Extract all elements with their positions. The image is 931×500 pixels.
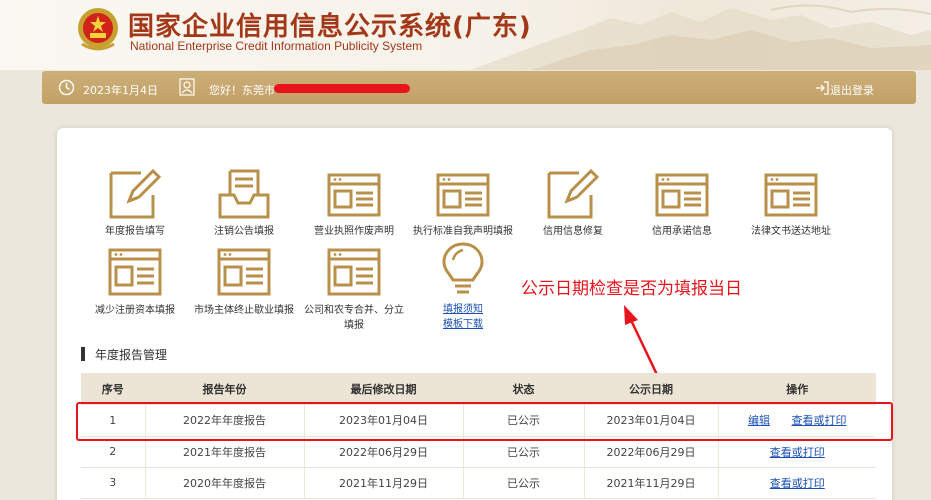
annual-report-table: 序号 报告年份 最后修改日期 状态 公示日期 操作 1 2022年年度报告 20… xyxy=(81,373,876,499)
view-print-link[interactable]: 查看或打印 xyxy=(792,414,847,427)
cell-status: 已公示 xyxy=(462,405,584,437)
table-row: 3 2020年年度报告 2021年11月29日 已公示 2021年11月29日 … xyxy=(81,467,876,499)
tile-label: 信用信息修复 xyxy=(543,226,603,237)
tile-legal-document-address[interactable]: 法律文书送达地址 xyxy=(736,167,846,239)
cell-status: 已公示 xyxy=(462,436,584,468)
col-header-actions: 操作 xyxy=(717,373,876,405)
cell-no: 3 xyxy=(81,467,145,499)
logout-button[interactable]: 退出登录 xyxy=(830,82,874,98)
edit-form-icon xyxy=(109,168,162,219)
cell-published: 2023年01月04日 xyxy=(583,405,718,437)
cell-actions: 查看或打印 xyxy=(717,436,876,468)
tile-annual-report[interactable]: 年度报告填写 xyxy=(80,167,190,239)
cell-no: 2 xyxy=(81,436,145,468)
tile-label: 注销公告填报 xyxy=(214,226,274,237)
guide-link[interactable]: 填报须知 xyxy=(408,302,518,317)
redaction-mark xyxy=(274,84,410,93)
cell-no: 1 xyxy=(81,405,145,437)
edit-form-icon xyxy=(547,168,600,219)
col-header-published: 公示日期 xyxy=(583,373,718,405)
tile-license-void-statement[interactable]: 营业执照作废声明 xyxy=(299,167,409,239)
table-header-row: 序号 报告年份 最后修改日期 状态 公示日期 操作 xyxy=(81,373,876,405)
lightbulb-icon xyxy=(442,242,484,294)
tile-label: 营业执照作废声明 xyxy=(314,226,394,237)
template-download-link[interactable]: 模板下载 xyxy=(408,317,518,332)
tile-standard-self-declaration[interactable]: 执行标准自我声明填报 xyxy=(408,167,518,239)
tile-deregistration-notice[interactable]: 注销公告填报 xyxy=(189,167,299,239)
tile-label-line1: 公司和农专合并、分立 xyxy=(304,305,404,316)
document-card-icon xyxy=(108,248,162,296)
tile-label: 执行标准自我声明填报 xyxy=(413,226,513,237)
cell-modified: 2022年06月29日 xyxy=(303,436,463,468)
greeting-text: 您好！东莞市 xyxy=(209,84,275,97)
tile-credit-commitment[interactable]: 信用承诺信息 xyxy=(627,167,737,239)
logout-icon[interactable] xyxy=(814,80,830,96)
tile-label: 市场主体终止歇业填报 xyxy=(194,305,294,316)
user-icon xyxy=(179,78,195,96)
clock-icon xyxy=(58,79,75,96)
cell-actions: 编辑 查看或打印 xyxy=(717,405,876,437)
tile-label-line2: 填报 xyxy=(344,320,364,331)
cell-year: 2022年年度报告 xyxy=(144,405,304,437)
tile-capital-reduction[interactable]: 减少注册资本填报 xyxy=(80,246,190,318)
col-header-modified: 最后修改日期 xyxy=(303,373,463,405)
inbox-tray-icon xyxy=(218,169,270,219)
view-print-link[interactable]: 查看或打印 xyxy=(770,446,825,459)
user-info-bar: 2023年1月4日 您好！东莞市 退出登录 xyxy=(42,71,916,104)
document-card-icon xyxy=(327,248,381,296)
cell-actions: 查看或打印 xyxy=(717,467,876,499)
table-row: 2 2021年年度报告 2022年06月29日 已公示 2022年06月29日 … xyxy=(81,436,876,468)
tile-label: 信用承诺信息 xyxy=(652,226,712,237)
annotation-text: 公示日期检查是否为填报当日 xyxy=(521,279,742,299)
tile-credit-repair[interactable]: 信用信息修复 xyxy=(518,167,628,239)
tile-merger-division[interactable]: 公司和农专合并、分立 填报 xyxy=(299,246,409,333)
tile-label: 年度报告填写 xyxy=(105,226,165,237)
edit-link[interactable]: 编辑 xyxy=(748,414,770,427)
tile-label: 减少注册资本填报 xyxy=(95,305,175,316)
section-title: 年度报告管理 xyxy=(81,346,167,363)
cell-year: 2021年年度报告 xyxy=(144,436,304,468)
cell-published: 2021年11月29日 xyxy=(583,467,718,499)
site-subtitle: National Enterprise Credit Information P… xyxy=(130,39,423,53)
current-date: 2023年1月4日 xyxy=(83,84,158,97)
cell-modified: 2021年11月29日 xyxy=(303,467,463,499)
cell-year: 2020年年度报告 xyxy=(144,467,304,499)
document-card-icon xyxy=(764,173,818,217)
col-header-no: 序号 xyxy=(81,373,145,405)
table-row: 1 2022年年度报告 2023年01月04日 已公示 2023年01月04日 … xyxy=(81,405,876,437)
national-emblem-icon xyxy=(78,8,118,51)
cell-status: 已公示 xyxy=(462,467,584,499)
tile-label: 法律文书送达地址 xyxy=(751,226,831,237)
site-header: 国家企业信用信息公示系统(广东) National Enterprise Cre… xyxy=(0,0,931,70)
document-card-icon xyxy=(655,173,709,217)
cell-published: 2022年06月29日 xyxy=(583,436,718,468)
tile-business-suspension[interactable]: 市场主体终止歇业填报 xyxy=(189,246,299,318)
document-card-icon xyxy=(217,248,271,296)
col-header-year: 报告年份 xyxy=(144,373,304,405)
mountain-background-icon xyxy=(471,4,931,70)
site-title: 国家企业信用信息公示系统(广东) xyxy=(128,12,532,42)
view-print-link[interactable]: 查看或打印 xyxy=(770,477,825,490)
tile-guide-download[interactable]: 填报须知 模板下载 xyxy=(408,240,518,332)
document-card-icon xyxy=(436,173,490,217)
cell-modified: 2023年01月04日 xyxy=(303,405,463,437)
document-card-icon xyxy=(327,173,381,217)
col-header-status: 状态 xyxy=(462,373,584,405)
